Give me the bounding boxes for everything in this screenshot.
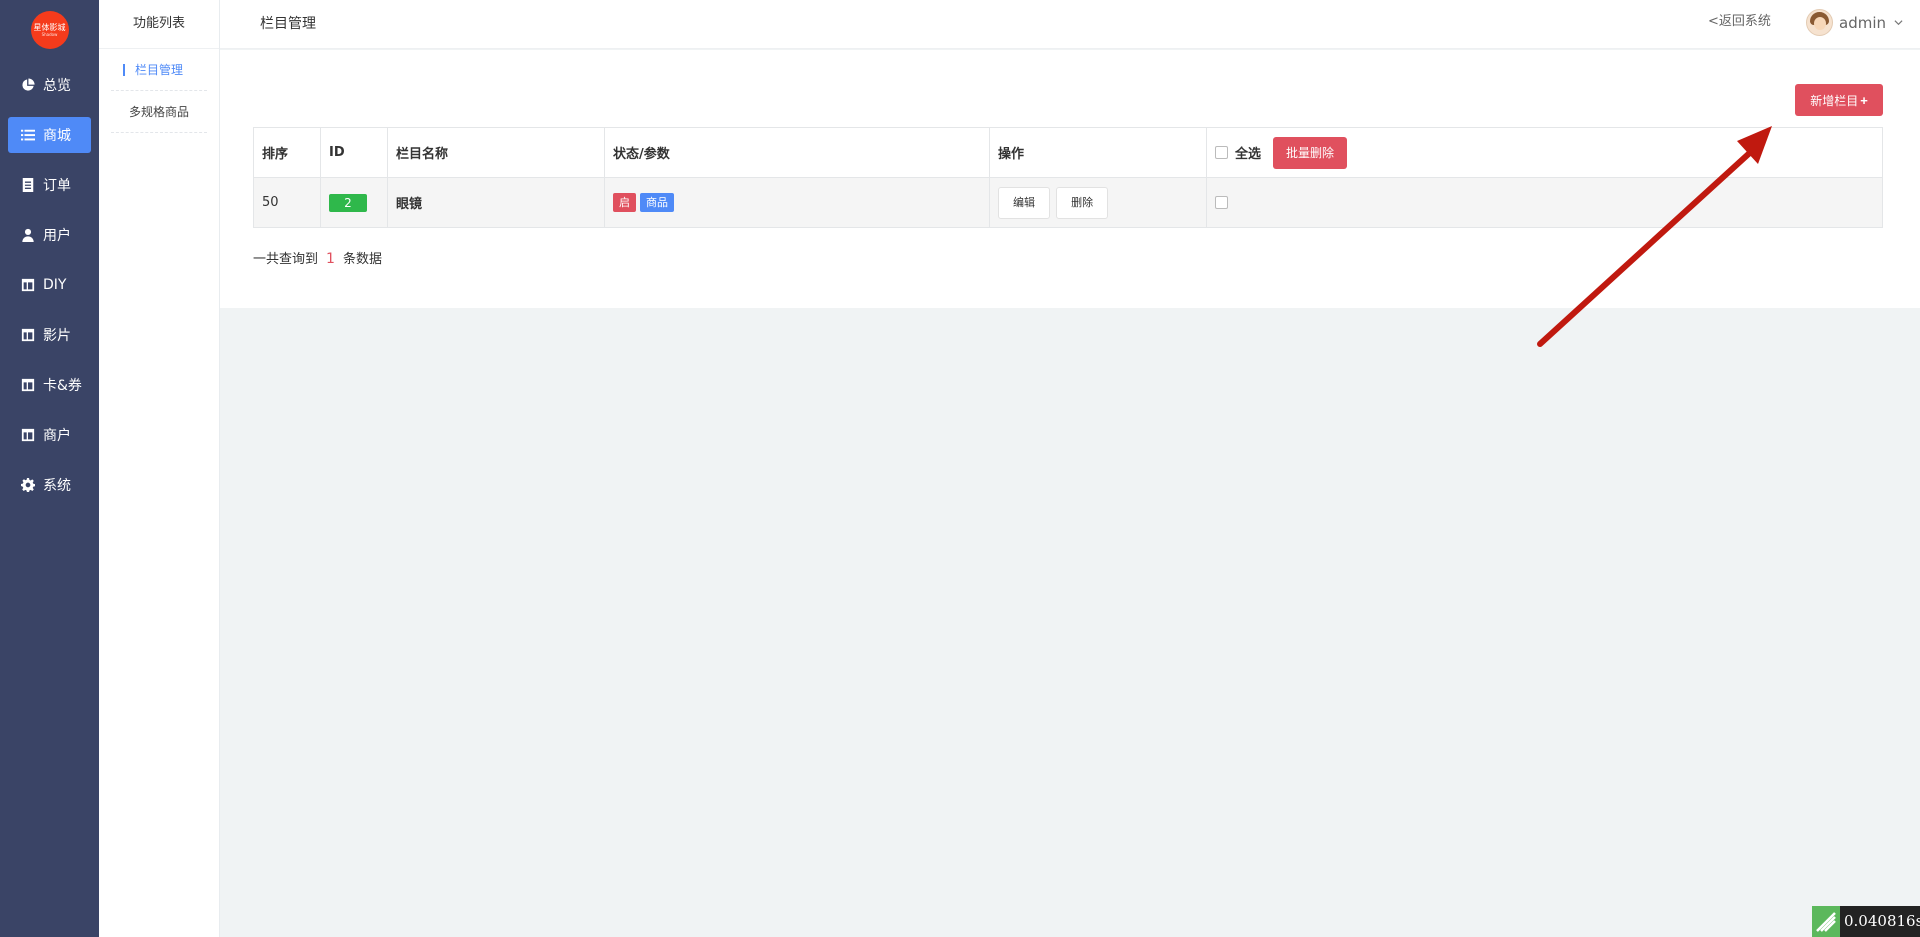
header-select: 全选 批量删除 (1206, 127, 1883, 178)
top-bar: 栏目管理 <返回系统 admin (220, 0, 1920, 49)
nav-item-overview[interactable]: 总览 (8, 67, 91, 103)
add-column-button[interactable]: 新增栏目 + (1795, 84, 1883, 116)
table-header-row: 排序 ID 栏目名称 状态/参数 操作 全选 批量删除 (253, 127, 1883, 178)
main-sidebar: 星体影城 Shadow 总览 商城 订单 用户 DIY 影片 卡&券 商户 系统 (0, 0, 99, 937)
document-icon (20, 177, 36, 193)
logo-text: 星体影城 (33, 23, 66, 32)
nav-item-label: 卡&券 (43, 378, 82, 394)
header-name: 栏目名称 (387, 127, 605, 178)
nav-item-users[interactable]: 用户 (8, 217, 91, 253)
select-all-label: 全选 (1235, 147, 1262, 162)
cell-select (1206, 177, 1883, 228)
secondary-nav-list: 栏目管理 多规格商品 (99, 49, 219, 133)
plus-icon: + (1860, 92, 1868, 108)
header-id: ID (320, 127, 388, 178)
nav-item-mall[interactable]: 商城 (8, 117, 91, 153)
header-operations: 操作 (989, 127, 1207, 178)
secondary-sidebar-title: 功能列表 (99, 0, 219, 49)
nav-item-label: 系统 (43, 478, 71, 494)
row-checkbox[interactable] (1215, 196, 1228, 209)
timer-value: 0.040816s (1840, 906, 1920, 937)
pie-chart-icon (20, 77, 36, 93)
nav-item-cards-coupons[interactable]: 卡&券 (8, 367, 91, 403)
page-title: 栏目管理 (260, 16, 316, 32)
delete-button[interactable]: 删除 (1056, 186, 1109, 219)
list-icon (20, 127, 36, 143)
cell-operations: 编辑 删除 (989, 177, 1207, 228)
logo-subtext: Shadow (41, 32, 58, 37)
summary-prefix: 一共查询到 (253, 252, 319, 267)
nav-item-label: 用户 (43, 228, 71, 244)
timer-logo-icon (1812, 906, 1840, 937)
cell-status: 启商品 (604, 177, 990, 228)
status-badge[interactable]: 启 (613, 193, 636, 212)
nav-item-orders[interactable]: 订单 (8, 167, 91, 203)
nav-item-label: DIY (43, 277, 67, 293)
add-column-label: 新增栏目 (1810, 93, 1859, 108)
subnav-item-multi-spec-products[interactable]: 多规格商品 (111, 91, 207, 133)
secondary-sidebar: 功能列表 栏目管理 多规格商品 (99, 0, 220, 937)
nav-item-label: 商户 (43, 428, 71, 444)
nav-item-label: 商城 (43, 128, 71, 144)
cell-sort: 50 (253, 177, 321, 228)
columns-table: 排序 ID 栏目名称 状态/参数 操作 全选 批量删除 50 2 眼镜 启 商品… (253, 127, 1883, 228)
summary-suffix: 条数据 (342, 252, 382, 267)
user-icon (20, 227, 36, 243)
nav-item-label: 影片 (43, 328, 71, 344)
header-status: 状态/参数 (604, 127, 990, 178)
edit-button[interactable]: 编辑 (998, 186, 1050, 219)
render-timer: 0.040816s (1812, 906, 1920, 937)
header-sort: 排序 (253, 127, 321, 178)
layout-icon (20, 277, 36, 293)
nav-item-merchants[interactable]: 商户 (8, 417, 91, 453)
layout-icon (20, 327, 36, 343)
layout-icon (20, 427, 36, 443)
nav-item-label: 订单 (43, 178, 71, 194)
cell-name: 眼镜 (387, 177, 605, 228)
select-all-checkbox[interactable] (1215, 146, 1228, 159)
batch-delete-button[interactable]: 批量删除 (1273, 136, 1348, 169)
nav-item-diy[interactable]: DIY (8, 267, 91, 303)
result-summary: 一共查询到 1 条数据 (253, 248, 382, 267)
username: admin (1839, 13, 1886, 32)
id-badge: 2 (329, 193, 367, 212)
brand-logo[interactable]: 星体影城 Shadow (30, 11, 69, 49)
chevron-down-icon (1894, 20, 1903, 26)
subnav-item-column-management[interactable]: 栏目管理 (111, 49, 207, 91)
result-count: 1 (326, 251, 335, 267)
layout-icon (20, 377, 36, 393)
table-row: 50 2 眼镜 启商品 编辑 删除 (253, 177, 1883, 228)
cell-id: 2 (320, 177, 388, 228)
gear-icon (20, 477, 36, 493)
nav-item-films[interactable]: 影片 (8, 317, 91, 353)
avatar (1806, 9, 1833, 36)
nav-item-system[interactable]: 系统 (8, 467, 91, 503)
nav-item-label: 总览 (43, 78, 71, 94)
back-to-system-link[interactable]: <返回系统 (1708, 0, 1771, 44)
type-badge: 商品 (640, 193, 674, 212)
content-panel: 新增栏目 + 排序 ID 栏目名称 状态/参数 操作 全选 批量删除 50 2 … (220, 50, 1920, 308)
main-nav-list: 总览 商城 订单 用户 DIY 影片 卡&券 商户 系统 (0, 67, 99, 503)
user-menu[interactable]: admin (1806, 9, 1903, 36)
